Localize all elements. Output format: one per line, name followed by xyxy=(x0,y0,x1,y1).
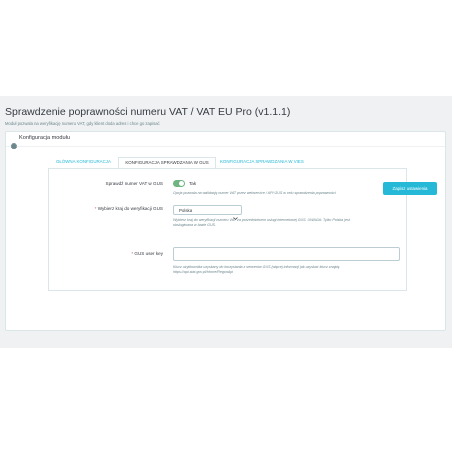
country-select-value: Polska xyxy=(179,208,193,213)
gus-key-label-text: GUS user key xyxy=(134,251,163,256)
config-panel: Konfiguracja modułu GŁÓWNA KONFIGURACJA … xyxy=(5,131,446,331)
panel-heading-label: Konfiguracja modułu xyxy=(19,135,70,141)
tab-main-config[interactable]: GŁÓWNA KONFIGURACJA xyxy=(56,159,111,164)
check-vat-state: Tak xyxy=(189,180,197,186)
tab-content: Sprawdź numer VAT w GUS Tak Opcja pozwal… xyxy=(48,168,407,291)
page-description: Moduł pozwala na weryfikację numeru VAT,… xyxy=(5,121,160,126)
country-select[interactable]: Polska xyxy=(173,205,242,221)
gus-key-label: * GUS user key xyxy=(131,251,163,256)
gus-key-help-2: https://api.stat.gov.pl/Home/RegonApi xyxy=(173,270,234,274)
gear-icon xyxy=(10,136,17,150)
check-vat-help: Opcja pozwala na walidację numer VAT prz… xyxy=(173,191,336,195)
tab-vies-config[interactable]: KONFIGURACJA SPRAWDZANIA W VIES xyxy=(220,159,304,164)
page-title: Sprawdzenie poprawności numeru VAT / VAT… xyxy=(5,106,291,118)
panel-heading: Konfiguracja modułu xyxy=(6,132,445,150)
chevron-down-icon xyxy=(233,208,238,221)
country-label-text: Wybierz kraj do weryfikacji GUS xyxy=(97,206,163,211)
check-vat-switch[interactable] xyxy=(173,180,185,187)
country-help-2: obsługiwana w bazie GUS. xyxy=(173,223,216,227)
save-button[interactable]: Zapisz ustawienia xyxy=(383,182,437,195)
tab-gus-config[interactable]: KONFIGURACJA SPRAWDZANIA W GUS xyxy=(118,157,216,168)
gus-key-input[interactable] xyxy=(173,247,400,261)
switch-knob xyxy=(179,181,184,186)
check-vat-label: Sprawdź numer VAT w GUS xyxy=(105,181,163,186)
country-label: * Wybierz kraj do weryfikacji GUS xyxy=(95,206,163,211)
